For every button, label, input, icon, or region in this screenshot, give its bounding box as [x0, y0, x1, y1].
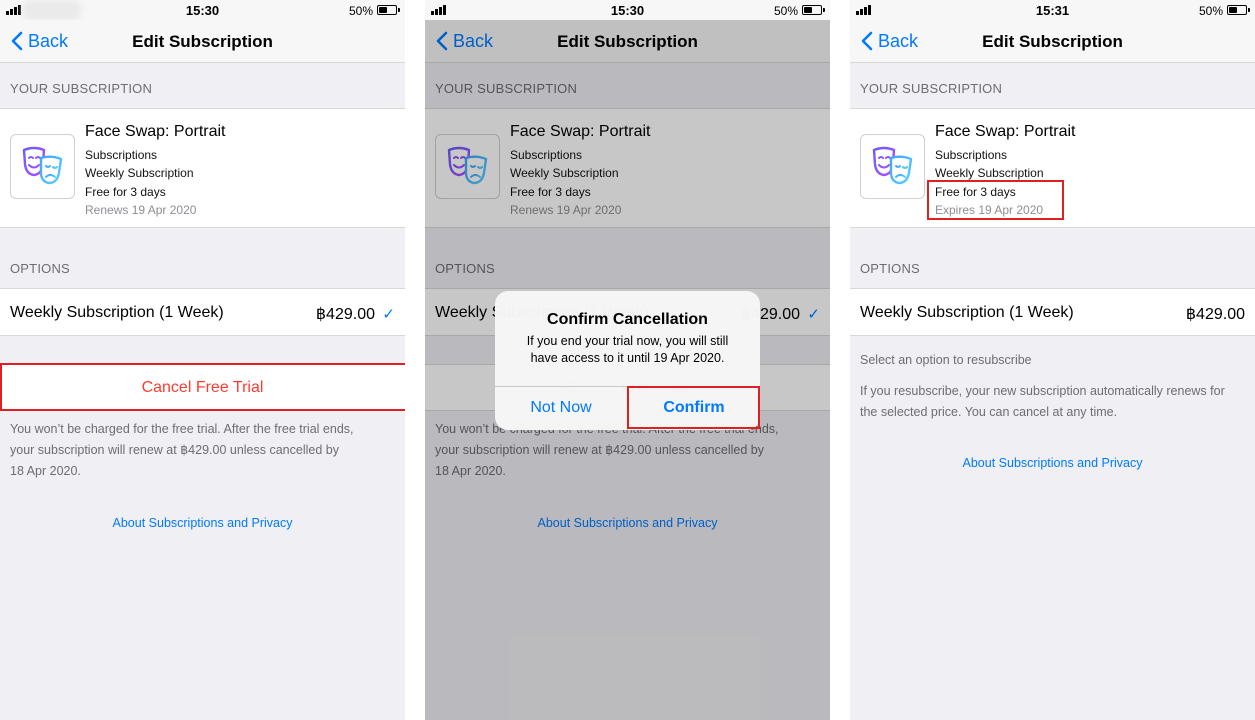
section-header-options: OPTIONS — [10, 261, 70, 276]
alert-message-line: If you end your trial now, you will stil… — [526, 334, 729, 348]
battery-icon — [802, 5, 825, 15]
subscription-type: Weekly Subscription — [85, 166, 194, 180]
screen-after-cancel: 15:31 50% Back Edit Subscription YOUR SU… — [850, 0, 1255, 720]
page-title: Edit Subscription — [982, 32, 1123, 51]
nav-bar: Back Edit Subscription — [0, 20, 405, 63]
annotation-box-expiry — [927, 180, 1064, 220]
status-time: 15:30 — [185, 3, 220, 18]
subscription-group: Subscriptions — [85, 148, 158, 162]
renewal-date: Renews 19 Apr 2020 — [85, 203, 197, 217]
option-name: Weekly Subscription (1 Week) — [10, 304, 224, 321]
section-header-subscription: YOUR SUBSCRIPTION — [10, 81, 153, 96]
status-bar: 15:31 50% — [850, 0, 1255, 20]
status-bar: 15:30 50% — [0, 0, 405, 20]
screen-before-cancel: 15:30 50% Back Edit Subscription YOUR SU… — [0, 0, 405, 720]
footnote-line: If you resubscribe, your new subscriptio… — [860, 384, 1225, 398]
subscription-group: Subscriptions — [935, 148, 1008, 162]
annotation-box-cancel — [0, 363, 405, 411]
resubscribe-hint: Select an option to resubscribe — [860, 353, 1032, 367]
option-name: Weekly Subscription (1 Week) — [860, 304, 1074, 321]
subscription-type: Weekly Subscription — [935, 166, 1044, 180]
annotation-box-confirm — [627, 386, 760, 429]
page-title: Edit Subscription — [132, 32, 273, 51]
footnote-line: the selected price. You can cancel at an… — [860, 405, 1118, 419]
alert-message-line: have access to it until 19 Apr 2020. — [530, 351, 725, 365]
trial-footnote: You won’t be charged for the free trial.… — [10, 419, 395, 482]
alert-title: Confirm Cancellation — [547, 311, 708, 328]
theater-masks-icon — [22, 146, 63, 185]
option-price: ฿429.00 — [1185, 306, 1245, 323]
battery-icon — [1227, 5, 1250, 15]
status-time: 15:31 — [1035, 3, 1070, 18]
battery-percent: 50% — [348, 4, 373, 18]
about-privacy-link[interactable]: About Subscriptions and Privacy — [850, 456, 1255, 470]
status-bar: 15:30 50% — [425, 0, 830, 20]
checkmark-icon: ✓ — [382, 306, 395, 323]
trial-info: Free for 3 days — [85, 185, 166, 199]
footnote-line: You won’t be charged for the free trial.… — [10, 422, 354, 436]
app-name: Face Swap: Portrait — [85, 123, 226, 140]
status-time: 15:30 — [610, 3, 645, 18]
alert-message: If you end your trial now, you will stil… — [510, 333, 745, 367]
about-privacy-link[interactable]: About Subscriptions and Privacy — [0, 516, 405, 530]
footnote-line: your subscription will renew at ฿429.00 … — [10, 443, 339, 457]
theater-masks-icon — [872, 146, 913, 185]
section-header-subscription: YOUR SUBSCRIPTION — [860, 81, 1003, 96]
battery-percent: 50% — [1198, 4, 1223, 18]
screen-confirm-alert: 15:30 50% Back Edit Subscription YOUR SU… — [425, 0, 830, 720]
app-name: Face Swap: Portrait — [935, 123, 1076, 140]
battery-icon — [377, 5, 400, 15]
resubscribe-footnote: If you resubscribe, your new subscriptio… — [860, 381, 1245, 423]
nav-bar: Back Edit Subscription — [850, 20, 1255, 63]
battery-percent: 50% — [773, 4, 798, 18]
subscription-card: Face Swap: Portrait Subscriptions Weekly… — [0, 108, 405, 228]
option-price: ฿429.00 — [315, 306, 375, 323]
section-header-options: OPTIONS — [860, 261, 920, 276]
not-now-button[interactable]: Not Now — [495, 387, 627, 430]
footnote-line: 18 Apr 2020. — [10, 464, 81, 478]
app-icon — [860, 134, 925, 199]
option-weekly-subscription[interactable]: Weekly Subscription (1 Week) ฿429.00 — [850, 288, 1255, 336]
app-icon — [10, 134, 75, 199]
option-weekly-subscription[interactable]: Weekly Subscription (1 Week) ฿429.00 ✓ — [0, 288, 405, 336]
